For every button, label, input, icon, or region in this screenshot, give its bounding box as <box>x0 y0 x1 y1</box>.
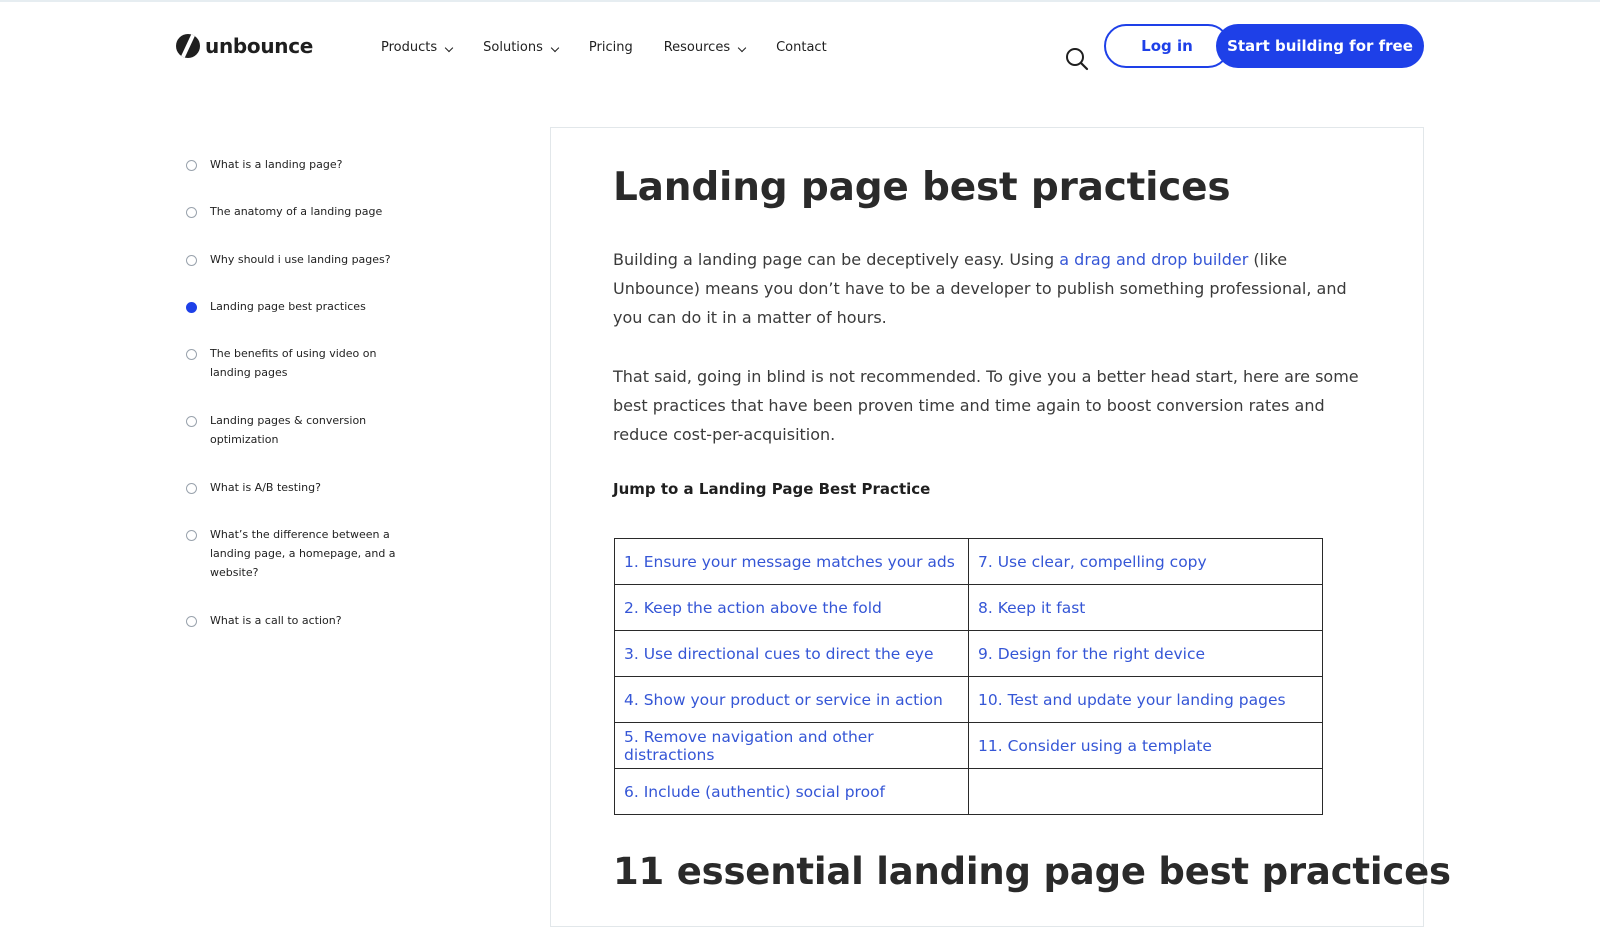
toc-item-what-is-landing-page[interactable]: What is a landing page? <box>186 158 426 174</box>
drag-and-drop-builder-link[interactable]: a drag and drop builder <box>1059 250 1248 269</box>
table-cell: 4. Show your product or service in actio… <box>614 676 969 723</box>
toc-item-conversion-optimization[interactable]: Landing pages & conversion optimization <box>186 414 426 449</box>
table-cell: 11. Consider using a template <box>968 722 1323 769</box>
toc-item-ab-testing[interactable]: What is A/B testing? <box>186 481 426 497</box>
jump-heading: Jump to a Landing Page Best Practice <box>613 480 931 498</box>
toc-radio-icon <box>186 416 197 427</box>
nav-products[interactable]: Products <box>381 40 454 55</box>
toc-radio-icon <box>186 349 197 360</box>
toc-item-why-use[interactable]: Why should i use landing pages? <box>186 253 426 269</box>
nav-label: Pricing <box>588 40 633 55</box>
toc-radio-active-icon <box>186 302 197 313</box>
toc-item-label: Landing pages & conversion optimization <box>210 414 367 446</box>
practice-link-9[interactable]: 9. Design for the right device <box>978 645 1205 663</box>
toc-item-label: The benefits of using video on landing p… <box>210 347 377 379</box>
table-row: 1. Ensure your message matches your ads … <box>614 538 1323 585</box>
table-cell: 10. Test and update your landing pages <box>968 676 1323 723</box>
toc-radio-icon <box>186 530 197 541</box>
nav-label: Contact <box>776 40 827 55</box>
practice-link-7[interactable]: 7. Use clear, compelling copy <box>978 553 1207 571</box>
table-cell: 7. Use clear, compelling copy <box>968 538 1323 585</box>
login-button[interactable]: Log in <box>1104 24 1230 68</box>
main-nav: Products Solutions Pricing Resources Con… <box>381 40 858 55</box>
toc-item-label: What’s the difference between a landing … <box>210 528 396 579</box>
nav-label: Solutions <box>483 40 543 55</box>
table-cell-empty <box>968 768 1323 815</box>
unbounce-logo-icon <box>176 34 200 58</box>
toc-item-label: What is a landing page? <box>210 158 343 171</box>
toc-radio-icon <box>186 483 197 494</box>
table-cell: 1. Ensure your message matches your ads <box>614 538 969 585</box>
table-cell: 2. Keep the action above the fold <box>614 584 969 631</box>
site-header: unbounce Products Solutions Pricing Reso… <box>0 2 1600 90</box>
table-row: 2. Keep the action above the fold 8. Kee… <box>614 584 1323 631</box>
page-title: Landing page best practices <box>613 165 1231 210</box>
practice-link-3[interactable]: 3. Use directional cues to direct the ey… <box>624 645 933 663</box>
table-cell: 6. Include (authentic) social proof <box>614 768 969 815</box>
toc-item-label: The anatomy of a landing page <box>210 205 383 218</box>
toc-radio-icon <box>186 616 197 627</box>
toc-item-anatomy[interactable]: The anatomy of a landing page <box>186 205 426 221</box>
practice-link-11[interactable]: 11. Consider using a template <box>978 737 1212 755</box>
chevron-down-icon <box>550 43 560 53</box>
toc-item-best-practices[interactable]: Landing page best practices <box>186 300 426 316</box>
table-row: 6. Include (authentic) social proof <box>614 768 1323 815</box>
toc-item-video-benefits[interactable]: The benefits of using video on landing p… <box>186 347 426 382</box>
toc-item-call-to-action[interactable]: What is a call to action? <box>186 614 426 630</box>
chevron-down-icon <box>444 43 454 53</box>
nav-resources[interactable]: Resources <box>663 40 747 55</box>
practice-link-4[interactable]: 4. Show your product or service in actio… <box>624 691 943 709</box>
toc-radio-icon <box>186 207 197 218</box>
chevron-down-icon <box>737 43 747 53</box>
table-cell: 9. Design for the right device <box>968 630 1323 677</box>
table-row: 3. Use directional cues to direct the ey… <box>614 630 1323 677</box>
toc-item-label: What is A/B testing? <box>210 481 321 494</box>
nav-label: Resources <box>663 40 731 55</box>
toc-radio-icon <box>186 160 197 171</box>
practice-link-2[interactable]: 2. Keep the action above the fold <box>624 599 882 617</box>
nav-contact[interactable]: Contact <box>776 40 827 55</box>
second-paragraph: That said, going in blind is not recomme… <box>613 367 1359 444</box>
section-heading: 11 essential landing page best practices <box>613 850 1451 893</box>
toc-item-label: Landing page best practices <box>210 300 366 313</box>
table-row: 5. Remove navigation and other distracti… <box>614 722 1323 769</box>
practice-link-8[interactable]: 8. Keep it fast <box>978 599 1085 617</box>
nav-pricing[interactable]: Pricing <box>589 40 633 55</box>
toc-item-label: What is a call to action? <box>210 614 342 627</box>
intro-paragraph: Building a landing page can be deceptive… <box>613 245 1363 332</box>
toc-item-difference[interactable]: What’s the difference between a landing … <box>186 528 426 582</box>
table-row: 4. Show your product or service in actio… <box>614 676 1323 723</box>
logo-text: unbounce <box>205 34 314 58</box>
unbounce-logo[interactable]: unbounce <box>176 34 313 58</box>
practice-link-5[interactable]: 5. Remove navigation and other distracti… <box>624 728 874 764</box>
nav-label: Products <box>381 40 438 55</box>
best-practices-table: 1. Ensure your message matches your ads … <box>614 538 1323 815</box>
table-cell: 8. Keep it fast <box>968 584 1323 631</box>
toc-item-label: Why should i use landing pages? <box>210 253 391 266</box>
nav-solutions[interactable]: Solutions <box>483 40 560 55</box>
table-cell: 3. Use directional cues to direct the ey… <box>614 630 969 677</box>
start-building-button[interactable]: Start building for free <box>1216 24 1424 68</box>
toc-radio-icon <box>186 255 197 266</box>
practice-link-6[interactable]: 6. Include (authentic) social proof <box>624 783 885 801</box>
intro-text-start: Building a landing page can be deceptive… <box>613 250 1060 269</box>
search-icon[interactable] <box>1064 46 1090 72</box>
practice-link-1[interactable]: 1. Ensure your message matches your ads <box>624 553 955 571</box>
table-cell: 5. Remove navigation and other distracti… <box>614 722 969 769</box>
practice-link-10[interactable]: 10. Test and update your landing pages <box>978 691 1286 709</box>
